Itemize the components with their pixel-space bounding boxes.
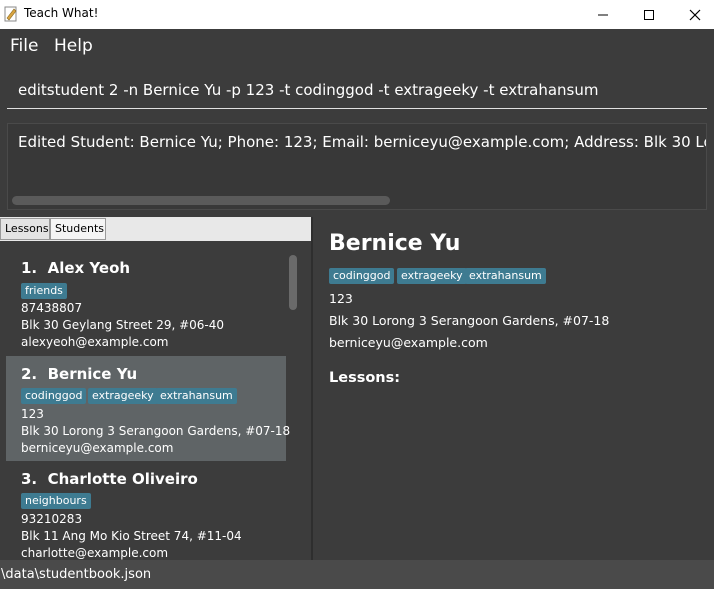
student-name: 3. Charlotte Oliveiro	[21, 470, 198, 488]
menu-file[interactable]: File	[10, 36, 38, 56]
tag: extrahansum	[465, 268, 546, 284]
result-text: Edited Student: Bernice Yu; Phone: 123; …	[18, 133, 706, 151]
student-phone: 123	[21, 407, 44, 421]
horizontal-scrollbar[interactable]	[12, 196, 390, 205]
menu-bar: File Help	[0, 29, 714, 64]
vertical-scrollbar[interactable]	[289, 255, 297, 310]
student-detail-panel: Bernice Yu codinggod extrageeky extrahan…	[313, 217, 714, 560]
tag: codinggod	[21, 388, 87, 404]
student-card[interactable]: 2. Bernice Yu codinggod extrageeky extra…	[6, 356, 290, 461]
result-display[interactable]: Edited Student: Bernice Yu; Phone: 123; …	[7, 123, 707, 210]
status-bar: \data\studentbook.json	[0, 560, 714, 589]
student-phone: 93210283	[21, 512, 83, 526]
student-name: 1. Alex Yeoh	[21, 259, 131, 277]
tag: friends	[21, 283, 67, 299]
student-phone: 87438807	[21, 301, 83, 315]
tag: codinggod	[329, 268, 395, 284]
student-address: Blk 30 Geylang Street 29, #06-40	[21, 318, 225, 332]
student-email: berniceyu@example.com	[21, 441, 174, 455]
tag: extrahansum	[156, 388, 237, 404]
minimize-button[interactable]	[580, 0, 626, 29]
student-card[interactable]: 3. Charlotte Oliveiro neighbours 9321028…	[6, 461, 286, 560]
minimize-icon	[598, 14, 608, 15]
tab-lessons[interactable]: Lessons	[0, 218, 50, 240]
status-file-path: \data\studentbook.json	[1, 567, 152, 582]
tag: extrageeky	[88, 388, 158, 404]
student-address: Blk 30 Lorong 3 Serangoon Gardens, #07-1…	[21, 424, 291, 438]
command-input[interactable]	[7, 72, 707, 109]
menu-help[interactable]: Help	[54, 36, 93, 56]
window-title: Teach What!	[24, 6, 99, 20]
command-area	[0, 64, 714, 116]
close-icon	[689, 9, 701, 20]
detail-phone: 123	[329, 291, 353, 306]
student-email: alexyeoh@example.com	[21, 335, 169, 349]
student-address: Blk 11 Ang Mo Kio Street 74, #11-04	[21, 529, 242, 543]
detail-address: Blk 30 Lorong 3 Serangoon Gardens, #07-1…	[329, 313, 610, 328]
detail-name: Bernice Yu	[329, 231, 461, 256]
maximize-icon	[644, 9, 654, 20]
tag: extrageeky	[397, 268, 467, 284]
maximize-button[interactable]	[626, 0, 672, 29]
tag: neighbours	[21, 493, 91, 509]
student-name: 2. Bernice Yu	[21, 365, 138, 383]
detail-email: berniceyu@example.com	[329, 335, 488, 350]
close-button[interactable]	[672, 0, 714, 29]
title-bar: Teach What!	[0, 0, 714, 29]
detail-lessons-heading: Lessons:	[329, 370, 401, 386]
student-list: 1. Alex Yeoh friends 87438807 Blk 30 Gey…	[0, 241, 311, 560]
app-icon	[4, 6, 17, 22]
student-card[interactable]: 1. Alex Yeoh friends 87438807 Blk 30 Gey…	[6, 253, 286, 358]
tab-students[interactable]: Students	[50, 218, 106, 240]
student-email: charlotte@example.com	[21, 546, 169, 560]
